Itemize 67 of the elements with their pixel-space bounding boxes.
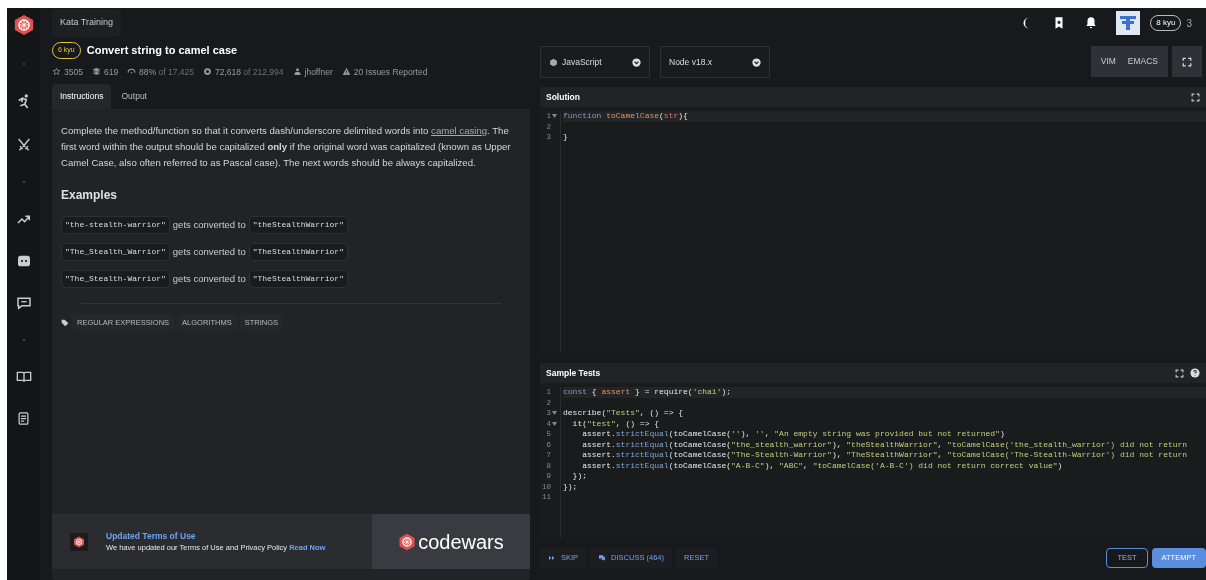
fold-arrow-icon[interactable] [552, 114, 557, 119]
skip-icon [548, 554, 556, 562]
stat-text: 88% of 17,425 [139, 65, 194, 79]
code-snippet: "TheStealthWarrior" [248, 270, 348, 288]
honor-count: 3 [1186, 16, 1192, 31]
chat-bubble-icon[interactable] [15, 253, 32, 269]
brand-name: codewars [418, 529, 504, 555]
expand-icon[interactable] [1175, 368, 1184, 378]
code-snippet: "The_Stealth_Warrior" [61, 243, 170, 261]
warning-icon [341, 67, 351, 77]
user-icon [292, 67, 302, 77]
editor-mode-button[interactable]: VIM [1094, 55, 1122, 68]
logo-icon[interactable] [12, 14, 35, 36]
panel-title: Solution [546, 90, 581, 104]
stack-icon [91, 67, 101, 77]
stat-text: 619 [103, 65, 119, 79]
discuss-icon [598, 554, 607, 562]
logo-icon [70, 532, 88, 551]
stat-text: 3505 [64, 65, 83, 79]
star-icon [52, 67, 61, 77]
code-snippet: "theStealthWarrior" [248, 216, 348, 234]
stat-text: 72,618 of 212,994 [214, 65, 284, 79]
fullscreen-button[interactable] [1172, 46, 1202, 77]
code-line: assert.strictEqual(toCamelCase("the_stealth_warrior"), "theStealthWarrior", "toCamelCase('the_stealth_warrior') did not return [581, 439, 1189, 450]
kata-title: Convert string to camel case [86, 43, 238, 58]
expand-icon[interactable] [1191, 92, 1200, 102]
code-line: describe("Tests", () => { [563, 408, 685, 419]
stat-text: 20 Issues Reported [353, 65, 428, 79]
code-line: assert.strictEqual(toCamelCase("A-B-C"), "ABC", "toCamelCase('A-B-C') did not return correct value") [581, 460, 1064, 471]
tab[interactable]: Output [113, 84, 155, 109]
tab[interactable]: Instructions [52, 84, 112, 109]
editor-mode-button[interactable]: EMACS [1121, 55, 1164, 68]
code-line: it("test", () => { [571, 418, 661, 429]
help-icon[interactable] [1190, 368, 1200, 378]
book-icon[interactable] [15, 369, 32, 385]
document-icon[interactable] [16, 411, 31, 426]
tag-icon[interactable] [61, 318, 69, 327]
code-line: }); [571, 471, 588, 482]
logo-icon [398, 532, 417, 551]
example-text: gets converted to [172, 271, 246, 286]
expand-icon [1182, 56, 1192, 67]
hexagon-icon [549, 57, 558, 67]
badge-icon [202, 67, 212, 77]
example-text: gets converted to [172, 244, 246, 259]
chevron-down-icon [632, 57, 641, 67]
code-snippet: "TheStealthWarrior" [248, 243, 348, 261]
code-line: } [563, 132, 569, 143]
example-text: gets converted to [172, 217, 246, 232]
code-line: }); [563, 481, 579, 492]
speech-bubble-icon[interactable] [15, 295, 32, 311]
description-paragraph: Complete the method/function so that it converts dash/underscore delimited words into camel casing. The first word within the output should be capitalized only if the original word was capitalized (known as Upper Camel Case, also often referred to as Pascal case). The next words should be always capitalized. [61, 124, 512, 170]
chevron-down-icon [752, 57, 761, 67]
page-title: Kata Training [52, 9, 122, 37]
select-dropdown[interactable]: Node v18.x [660, 46, 770, 78]
fold-arrow-icon[interactable] [552, 411, 557, 416]
code-snippet: "the-stealth-warrior" [61, 216, 170, 234]
examples-heading: Examples [61, 187, 119, 204]
code-line: assert.strictEqual(toCamelCase(''), '', "An empty string was provided but not returned") [581, 429, 1006, 440]
swords-icon[interactable] [15, 137, 32, 153]
panel-title: Sample Tests [546, 366, 602, 380]
code-snippet: "The_Stealth-Warrior" [61, 270, 170, 288]
select-dropdown[interactable]: JavaScript [540, 46, 650, 78]
avatar[interactable] [1116, 11, 1141, 35]
code-line: assert.strictEqual(toCamelCase("The-Stealth-Warrior"), "TheStealthWarrior", "toCamelCase('The-Stealth-Warrior') did not return [581, 450, 1189, 461]
banner-title: Updated Terms of Use [106, 529, 197, 543]
stat-text: jhoffner [304, 65, 333, 79]
fold-arrow-icon[interactable] [552, 421, 557, 426]
